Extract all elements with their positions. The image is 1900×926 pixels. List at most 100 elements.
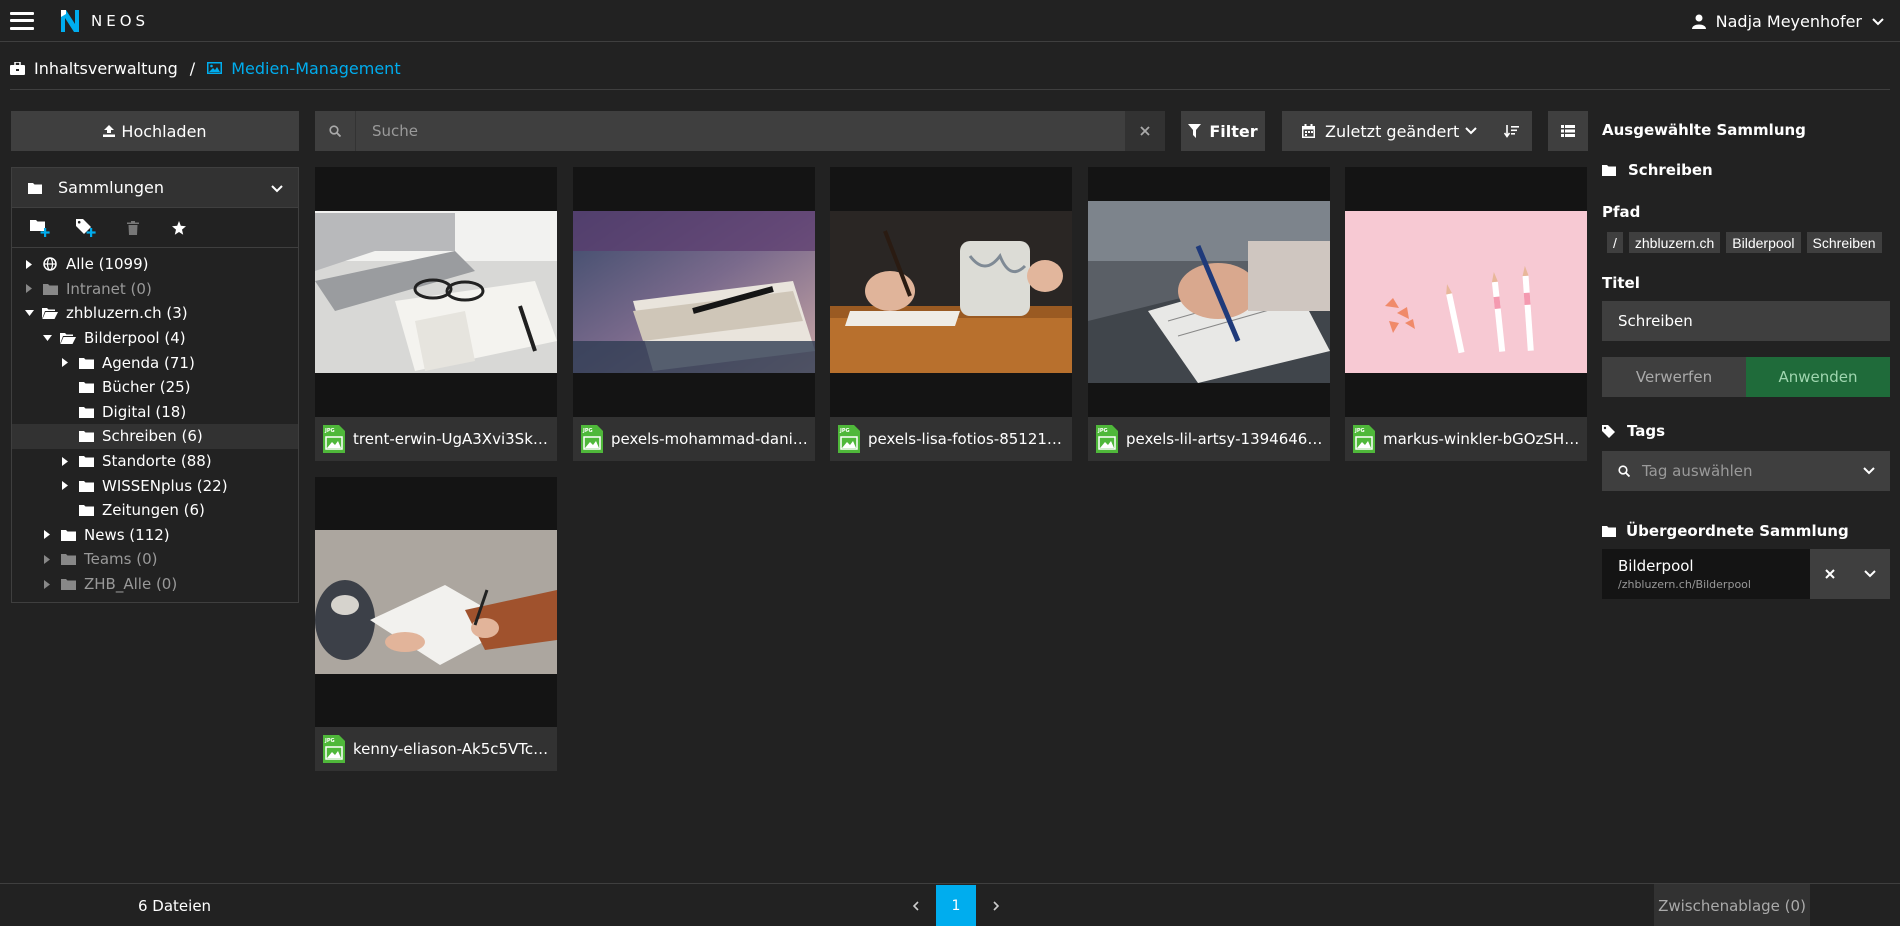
tree-item-label: Agenda (71)	[102, 353, 195, 372]
asset-name: pexels-mohammad-danish-...	[611, 430, 811, 448]
tree-item[interactable]: Bücher (25)	[12, 375, 298, 400]
footer: 6 Dateien 1 Zwischenablage (0)	[0, 883, 1900, 926]
svg-text:JPG: JPG	[1354, 428, 1365, 434]
asset-name: markus-winkler-bGOzSH6d2...	[1383, 430, 1583, 448]
tree-item[interactable]: Digital (18)	[12, 400, 298, 425]
parent-dropdown-button[interactable]	[1850, 549, 1890, 599]
upload-label: Hochladen	[121, 121, 207, 141]
tree-item-label: ZHB_Alle (0)	[84, 575, 178, 594]
divider	[10, 89, 1890, 90]
caret-down-icon[interactable]	[42, 333, 52, 343]
caret-spacer	[60, 505, 70, 515]
folder-icon	[78, 454, 94, 468]
title-input[interactable]	[1602, 301, 1890, 341]
discard-button[interactable]: Verwerfen	[1602, 357, 1746, 397]
user-menu[interactable]: Nadja Meyenhofer	[1691, 0, 1884, 42]
asset-card[interactable]: JPG pexels-mohammad-danish-...	[573, 167, 815, 461]
tree-item-label: Standorte (88)	[102, 452, 212, 471]
tree-item[interactable]: Teams (0)	[12, 547, 298, 572]
asset-card[interactable]: JPG markus-winkler-bGOzSH6d2...	[1345, 167, 1587, 461]
sort-select[interactable]: Zuletzt geändert	[1282, 111, 1532, 151]
previous-page-button[interactable]	[896, 885, 936, 926]
jpg-file-icon: JPG	[323, 425, 345, 453]
tags-icon	[1602, 424, 1615, 438]
inspector-heading: Ausgewählte Sammlung	[1602, 121, 1806, 139]
clear-parent-button[interactable]	[1810, 549, 1850, 599]
tree-item[interactable]: Bilderpool (4)	[12, 326, 298, 351]
folder-plus-icon	[30, 219, 50, 237]
svg-text:JPG: JPG	[1097, 428, 1108, 434]
asset-thumbnail	[1088, 167, 1330, 417]
tag-select[interactable]: Tag auswählen	[1602, 451, 1890, 491]
folder-icon	[78, 429, 94, 443]
jpg-file-icon: JPG	[1096, 425, 1118, 453]
caret-right-icon[interactable]	[42, 579, 52, 589]
next-page-button[interactable]	[976, 885, 1016, 926]
asset-caption: JPG pexels-lisa-fotios-851213.jpg	[830, 417, 1072, 461]
tree-item[interactable]: Standorte (88)	[12, 449, 298, 474]
asset-card[interactable]: JPG trent-erwin-UgA3Xvi3SkA-u...	[315, 167, 557, 461]
tree-item[interactable]: Intranet (0)	[12, 277, 298, 302]
clear-search-button[interactable]	[1125, 111, 1165, 151]
filter-button[interactable]: Filter	[1181, 111, 1265, 151]
apply-button[interactable]: Anwenden	[1746, 357, 1890, 397]
add-tag-button[interactable]	[76, 218, 98, 237]
tree-item-label: Bilderpool (4)	[84, 329, 186, 348]
asset-caption: JPG pexels-lil-artsy-1394646.jpg	[1088, 417, 1330, 461]
list-view-button[interactable]	[1548, 111, 1588, 151]
caret-right-icon[interactable]	[60, 358, 70, 368]
tree-item[interactable]: Schreiben (6)	[12, 424, 298, 449]
asset-caption: JPG trent-erwin-UgA3Xvi3SkA-u...	[315, 417, 557, 461]
clipboard-button[interactable]: Zwischenablage (0)	[1654, 884, 1810, 926]
tree-item[interactable]: WISSENplus (22)	[12, 473, 298, 498]
path-segment: Bilderpool	[1726, 232, 1801, 253]
close-icon	[1140, 126, 1150, 136]
asset-thumbnail	[315, 167, 557, 417]
delete-button[interactable]	[122, 219, 144, 237]
breadcrumb-item-media[interactable]: Medien-Management	[207, 59, 401, 78]
file-count: 6 Dateien	[138, 896, 212, 915]
favorite-button[interactable]	[168, 219, 190, 237]
breadcrumb-item-content[interactable]: Inhaltsverwaltung	[10, 59, 178, 78]
caret-down-icon[interactable]	[24, 308, 34, 318]
tree-item-label: Zeitungen (6)	[102, 501, 205, 520]
search-icon	[315, 111, 355, 151]
chevron-down-icon	[1465, 127, 1477, 135]
asset-card[interactable]: JPG pexels-lisa-fotios-851213.jpg	[830, 167, 1072, 461]
menu-icon[interactable]	[10, 11, 34, 30]
caret-spacer	[60, 407, 70, 417]
collections-panel: Sammlungen Alle (1099) Intranet (0) zhbl…	[11, 167, 299, 603]
caret-right-icon[interactable]	[24, 284, 34, 294]
asset-thumbnail	[830, 167, 1072, 417]
caret-right-icon[interactable]	[60, 456, 70, 466]
sort-direction-icon[interactable]	[1504, 123, 1520, 139]
caret-right-icon[interactable]	[60, 481, 70, 491]
tree-item[interactable]: Agenda (71)	[12, 350, 298, 375]
photo-laptop-glasses	[315, 211, 557, 373]
caret-right-icon[interactable]	[24, 259, 34, 269]
close-icon	[1825, 569, 1835, 579]
tree-item-label: Schreiben (6)	[102, 427, 203, 446]
search-input[interactable]	[355, 111, 1125, 151]
jpg-file-icon: JPG	[581, 425, 603, 453]
globe-icon	[42, 257, 58, 272]
parent-label-row: Übergeordnete Sammlung	[1602, 519, 1890, 543]
tree-item[interactable]: News (112)	[12, 523, 298, 548]
upload-button[interactable]: Hochladen	[11, 111, 299, 151]
collections-header[interactable]: Sammlungen	[12, 168, 298, 208]
page-button-current[interactable]: 1	[936, 884, 976, 926]
caret-right-icon[interactable]	[42, 554, 52, 564]
tree-item[interactable]: Zeitungen (6)	[12, 498, 298, 523]
logo-text: NEOS	[91, 11, 150, 30]
caret-right-icon[interactable]	[42, 530, 52, 540]
parent-collection-value[interactable]: Bilderpool /zhbluzern.ch/Bilderpool	[1602, 549, 1810, 599]
breadcrumb-label: Inhaltsverwaltung	[34, 58, 178, 78]
asset-card[interactable]: JPG pexels-lil-artsy-1394646.jpg	[1088, 167, 1330, 461]
svg-text:JPG: JPG	[839, 428, 850, 434]
tree-item[interactable]: zhbluzern.ch (3)	[12, 301, 298, 326]
asset-card[interactable]: JPG kenny-eliason-Ak5c5VTch5E...	[315, 477, 557, 771]
add-collection-button[interactable]	[30, 219, 52, 237]
tree-item[interactable]: ZHB_Alle (0)	[12, 572, 298, 597]
tree-item[interactable]: Alle (1099)	[12, 252, 298, 277]
caret-spacer	[60, 431, 70, 441]
